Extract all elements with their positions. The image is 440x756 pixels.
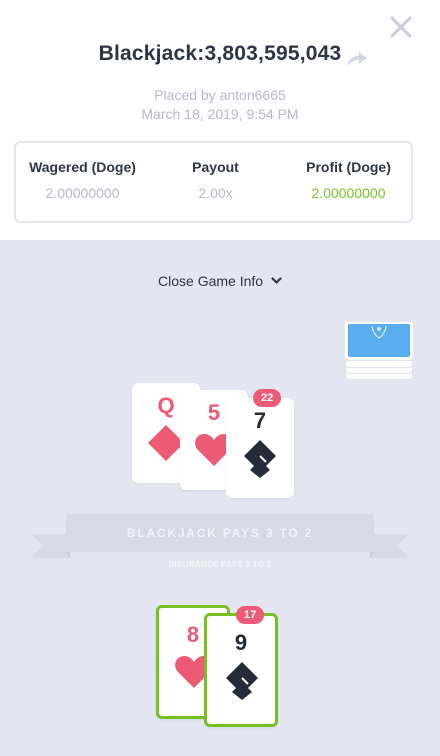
card-shoe	[345, 322, 413, 382]
stat-payout-value: 2.00x	[198, 185, 233, 201]
stat-wagered-label: Wagered (Doge)	[29, 159, 136, 175]
bet-date: March 18, 2019, 9:54 PM	[141, 106, 299, 122]
payout-banner: BLACKJACK PAYS 3 TO 2	[30, 512, 410, 562]
dealer-card-3: 7	[226, 398, 294, 498]
spade-icon	[244, 440, 276, 478]
stat-profit-label: Profit (Doge)	[306, 159, 391, 175]
stat-profit-value: 2.00000000	[311, 185, 386, 201]
card-rank: 7	[253, 408, 267, 433]
spade-icon	[226, 662, 258, 700]
placed-by: Placed by anton6665	[154, 87, 286, 103]
blackjack-pays-label: BLACKJACK PAYS 3 TO 2	[66, 514, 374, 552]
dealer-total-badge: 22	[253, 389, 282, 407]
stat-payout-label: Payout	[192, 159, 239, 175]
stat-profit: Profit (Doge) 2.00000000	[282, 159, 415, 201]
bet-title: Blackjack:3,803,595,043	[98, 42, 342, 65]
bet-details-panel: Blackjack:3,803,595,043 Placed by anton6…	[0, 0, 440, 240]
chevron-down-icon	[271, 276, 282, 288]
bet-stats-box: Wagered (Doge) 2.00000000 Payout 2.00x P…	[14, 141, 413, 223]
card-rank: 9	[234, 630, 248, 655]
player-total-badge: 17	[236, 606, 265, 624]
stat-wagered-value: 2.00000000	[45, 185, 120, 201]
stat-payout: Payout 2.00x	[149, 159, 282, 201]
close-button[interactable]	[388, 14, 414, 40]
share-icon	[347, 52, 367, 66]
toggle-label: Close Game Info	[158, 273, 264, 289]
insurance-label: INSURANCE PAYS 2 TO 1	[168, 560, 272, 569]
stat-wagered: Wagered (Doge) 2.00000000	[16, 159, 149, 201]
close-icon	[390, 16, 412, 38]
share-button[interactable]	[346, 50, 368, 68]
player-card-2: 9	[204, 613, 278, 727]
close-game-info-toggle[interactable]: Close Game Info	[0, 273, 440, 289]
